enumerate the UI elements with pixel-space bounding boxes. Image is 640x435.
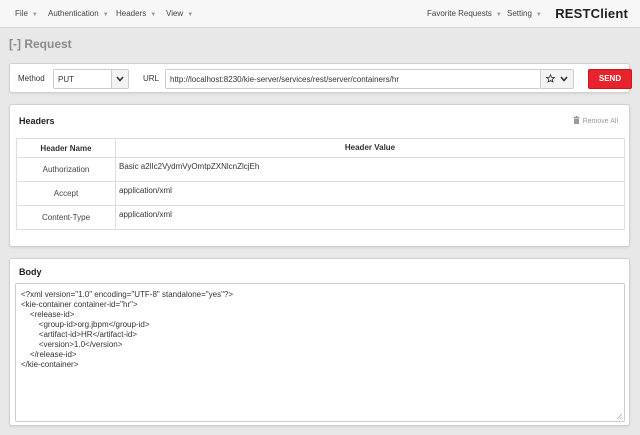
- column-header-name: Header Name: [17, 139, 116, 157]
- table-row[interactable]: Content-Type application/xml: [17, 205, 624, 229]
- header-name-cell[interactable]: Content-Type: [17, 206, 116, 229]
- chevron-down-icon[interactable]: [560, 74, 568, 84]
- star-icon[interactable]: [545, 73, 556, 85]
- caret-down-icon: ▼: [495, 12, 502, 18]
- method-label: Method: [18, 74, 45, 83]
- headers-panel: Headers Remove All Header Name Header Va…: [9, 104, 630, 247]
- headers-table: Header Name Header Value Authorization B…: [16, 138, 625, 230]
- caret-down-icon: ▼: [187, 12, 194, 18]
- url-addon: [541, 69, 574, 89]
- top-navbar: File ▼ Authentication ▼ Headers ▼ View ▼ Fav…: [0, 0, 640, 28]
- resize-grip-icon[interactable]: [615, 412, 623, 420]
- menu-headers[interactable]: Headers ▼: [116, 9, 156, 18]
- caret-down-icon: ▼: [535, 12, 542, 18]
- body-line: <group-id>org.jbpm</group-id>: [21, 320, 150, 329]
- body-line: <version>1.0</version>: [21, 340, 123, 349]
- chevron-down-icon[interactable]: [111, 70, 128, 88]
- body-textarea[interactable]: <?xml version="1.0" encoding="UTF-8" sta…: [15, 283, 625, 422]
- remove-all-button[interactable]: Remove All: [573, 116, 618, 126]
- body-line: <artifact-id>HR</artifact-id>: [21, 330, 138, 339]
- header-name-cell[interactable]: Authorization: [17, 158, 116, 181]
- header-name-cell[interactable]: Accept: [17, 182, 116, 205]
- method-select[interactable]: PUT: [53, 69, 129, 89]
- body-panel: Body <?xml version="1.0" encoding="UTF-8…: [9, 258, 630, 426]
- menu-favorite-requests-label: Favorite Requests: [427, 9, 492, 18]
- menu-setting[interactable]: Setting ▼: [507, 9, 542, 18]
- menu-headers-label: Headers: [116, 9, 147, 18]
- menu-file-label: File: [15, 9, 28, 18]
- method-value: PUT: [58, 75, 74, 84]
- menu-view-label: View: [166, 9, 184, 18]
- send-button[interactable]: SEND: [588, 69, 632, 89]
- menu-file[interactable]: File ▼: [15, 9, 38, 18]
- request-panel: Method PUT URL http://localhost:8230/kie…: [9, 63, 632, 93]
- table-row[interactable]: Accept application/xml: [17, 181, 624, 205]
- menu-favorite-requests[interactable]: Favorite Requests ▼: [427, 9, 502, 18]
- caret-down-icon: ▼: [102, 12, 109, 18]
- header-value-cell[interactable]: Basic a2lIc2VydmVyOmtpZXNlcnZlcjEh: [116, 158, 624, 181]
- url-input[interactable]: http://localhost:8230/kie-server/service…: [165, 69, 541, 89]
- body-line: <release-id>: [21, 310, 75, 319]
- menu-setting-label: Setting: [507, 9, 532, 18]
- body-line: <kie-container container-id="hr">: [21, 300, 138, 309]
- headers-title: Headers: [19, 116, 55, 126]
- menu-authentication[interactable]: Authentication ▼: [48, 9, 109, 18]
- body-title: Body: [19, 267, 42, 277]
- remove-all-label: Remove All: [582, 117, 618, 125]
- url-label: URL: [143, 74, 160, 83]
- header-value-cell[interactable]: application/xml: [116, 182, 624, 205]
- body-line: <?xml version="1.0" encoding="UTF-8" sta…: [21, 290, 234, 299]
- table-row[interactable]: Authorization Basic a2lIc2VydmVyOmtpZXNl…: [17, 157, 624, 181]
- header-value-cell[interactable]: application/xml: [116, 206, 624, 229]
- request-section-toggle[interactable]: [-] Request: [9, 37, 72, 51]
- body-line: </release-id>: [21, 350, 77, 359]
- menu-authentication-label: Authentication: [48, 9, 99, 18]
- trash-icon: [573, 116, 580, 126]
- caret-down-icon: ▼: [150, 12, 157, 18]
- menu-view[interactable]: View ▼: [166, 9, 193, 18]
- body-line: </kie-container>: [21, 360, 79, 369]
- brand-logo: RESTClient: [555, 6, 628, 21]
- headers-table-header: Header Name Header Value: [17, 139, 624, 157]
- column-header-value: Header Value: [344, 143, 396, 152]
- caret-down-icon: ▼: [31, 12, 38, 18]
